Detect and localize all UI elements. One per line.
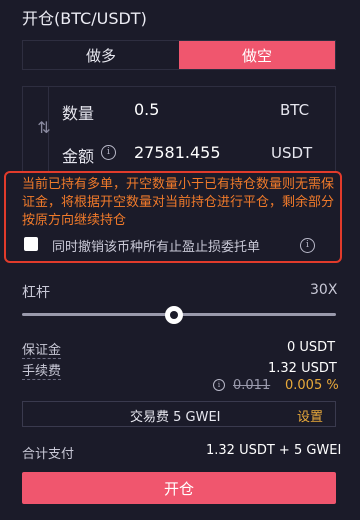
fee-rate-original: 0.011 (233, 378, 271, 393)
quantity-unit: BTC (280, 101, 310, 119)
warning-text: 当前已持有多单，开空数量小于已有持仓数量则无需保证金，将根据开空数量对当前持仓进… (22, 177, 335, 228)
quantity-label: 数量 (62, 104, 95, 123)
margin-value: 0 USDT (287, 340, 336, 355)
tab-long[interactable]: 做多 (23, 41, 179, 69)
direction-toggle: 做多 做空 (22, 40, 336, 70)
amount-input[interactable]: 27581.455 (134, 143, 221, 162)
page-title: 开仓(BTC/USDT) (22, 9, 147, 28)
amount-unit: USDT (271, 144, 313, 162)
gas-fee-text: 交易费 5 GWEI (130, 410, 221, 425)
fee-value: 1.32 USDT (268, 361, 337, 376)
total-label: 合计支付 (22, 447, 75, 462)
cancel-tpsl-label: 同时撤销该币种所有止盈止损委托单 (52, 240, 261, 255)
leverage-value: 30X (310, 282, 338, 298)
quantity-input[interactable]: 0.5 (134, 100, 159, 119)
info-icon[interactable]: i (213, 379, 225, 391)
tab-short[interactable]: 做空 (179, 41, 335, 69)
fee-label: 手续费 (22, 360, 62, 380)
info-icon[interactable]: i (300, 238, 315, 253)
fee-rate-discounted: 0.005 % (285, 378, 339, 393)
gas-settings-button[interactable]: 设置 (297, 406, 323, 425)
amount-label: 金额 (62, 147, 95, 166)
open-position-button[interactable]: 开仓 (22, 472, 336, 504)
leverage-slider-knob[interactable] (165, 306, 183, 324)
total-value: 1.32 USDT + 5 GWEI (206, 443, 342, 458)
cancel-tpsl-checkbox[interactable] (24, 237, 38, 251)
margin-label: 保证金 (22, 339, 62, 359)
info-icon[interactable]: i (101, 145, 116, 160)
swap-icon[interactable]: ⇅ (34, 118, 54, 144)
leverage-label: 杠杆 (22, 285, 50, 301)
